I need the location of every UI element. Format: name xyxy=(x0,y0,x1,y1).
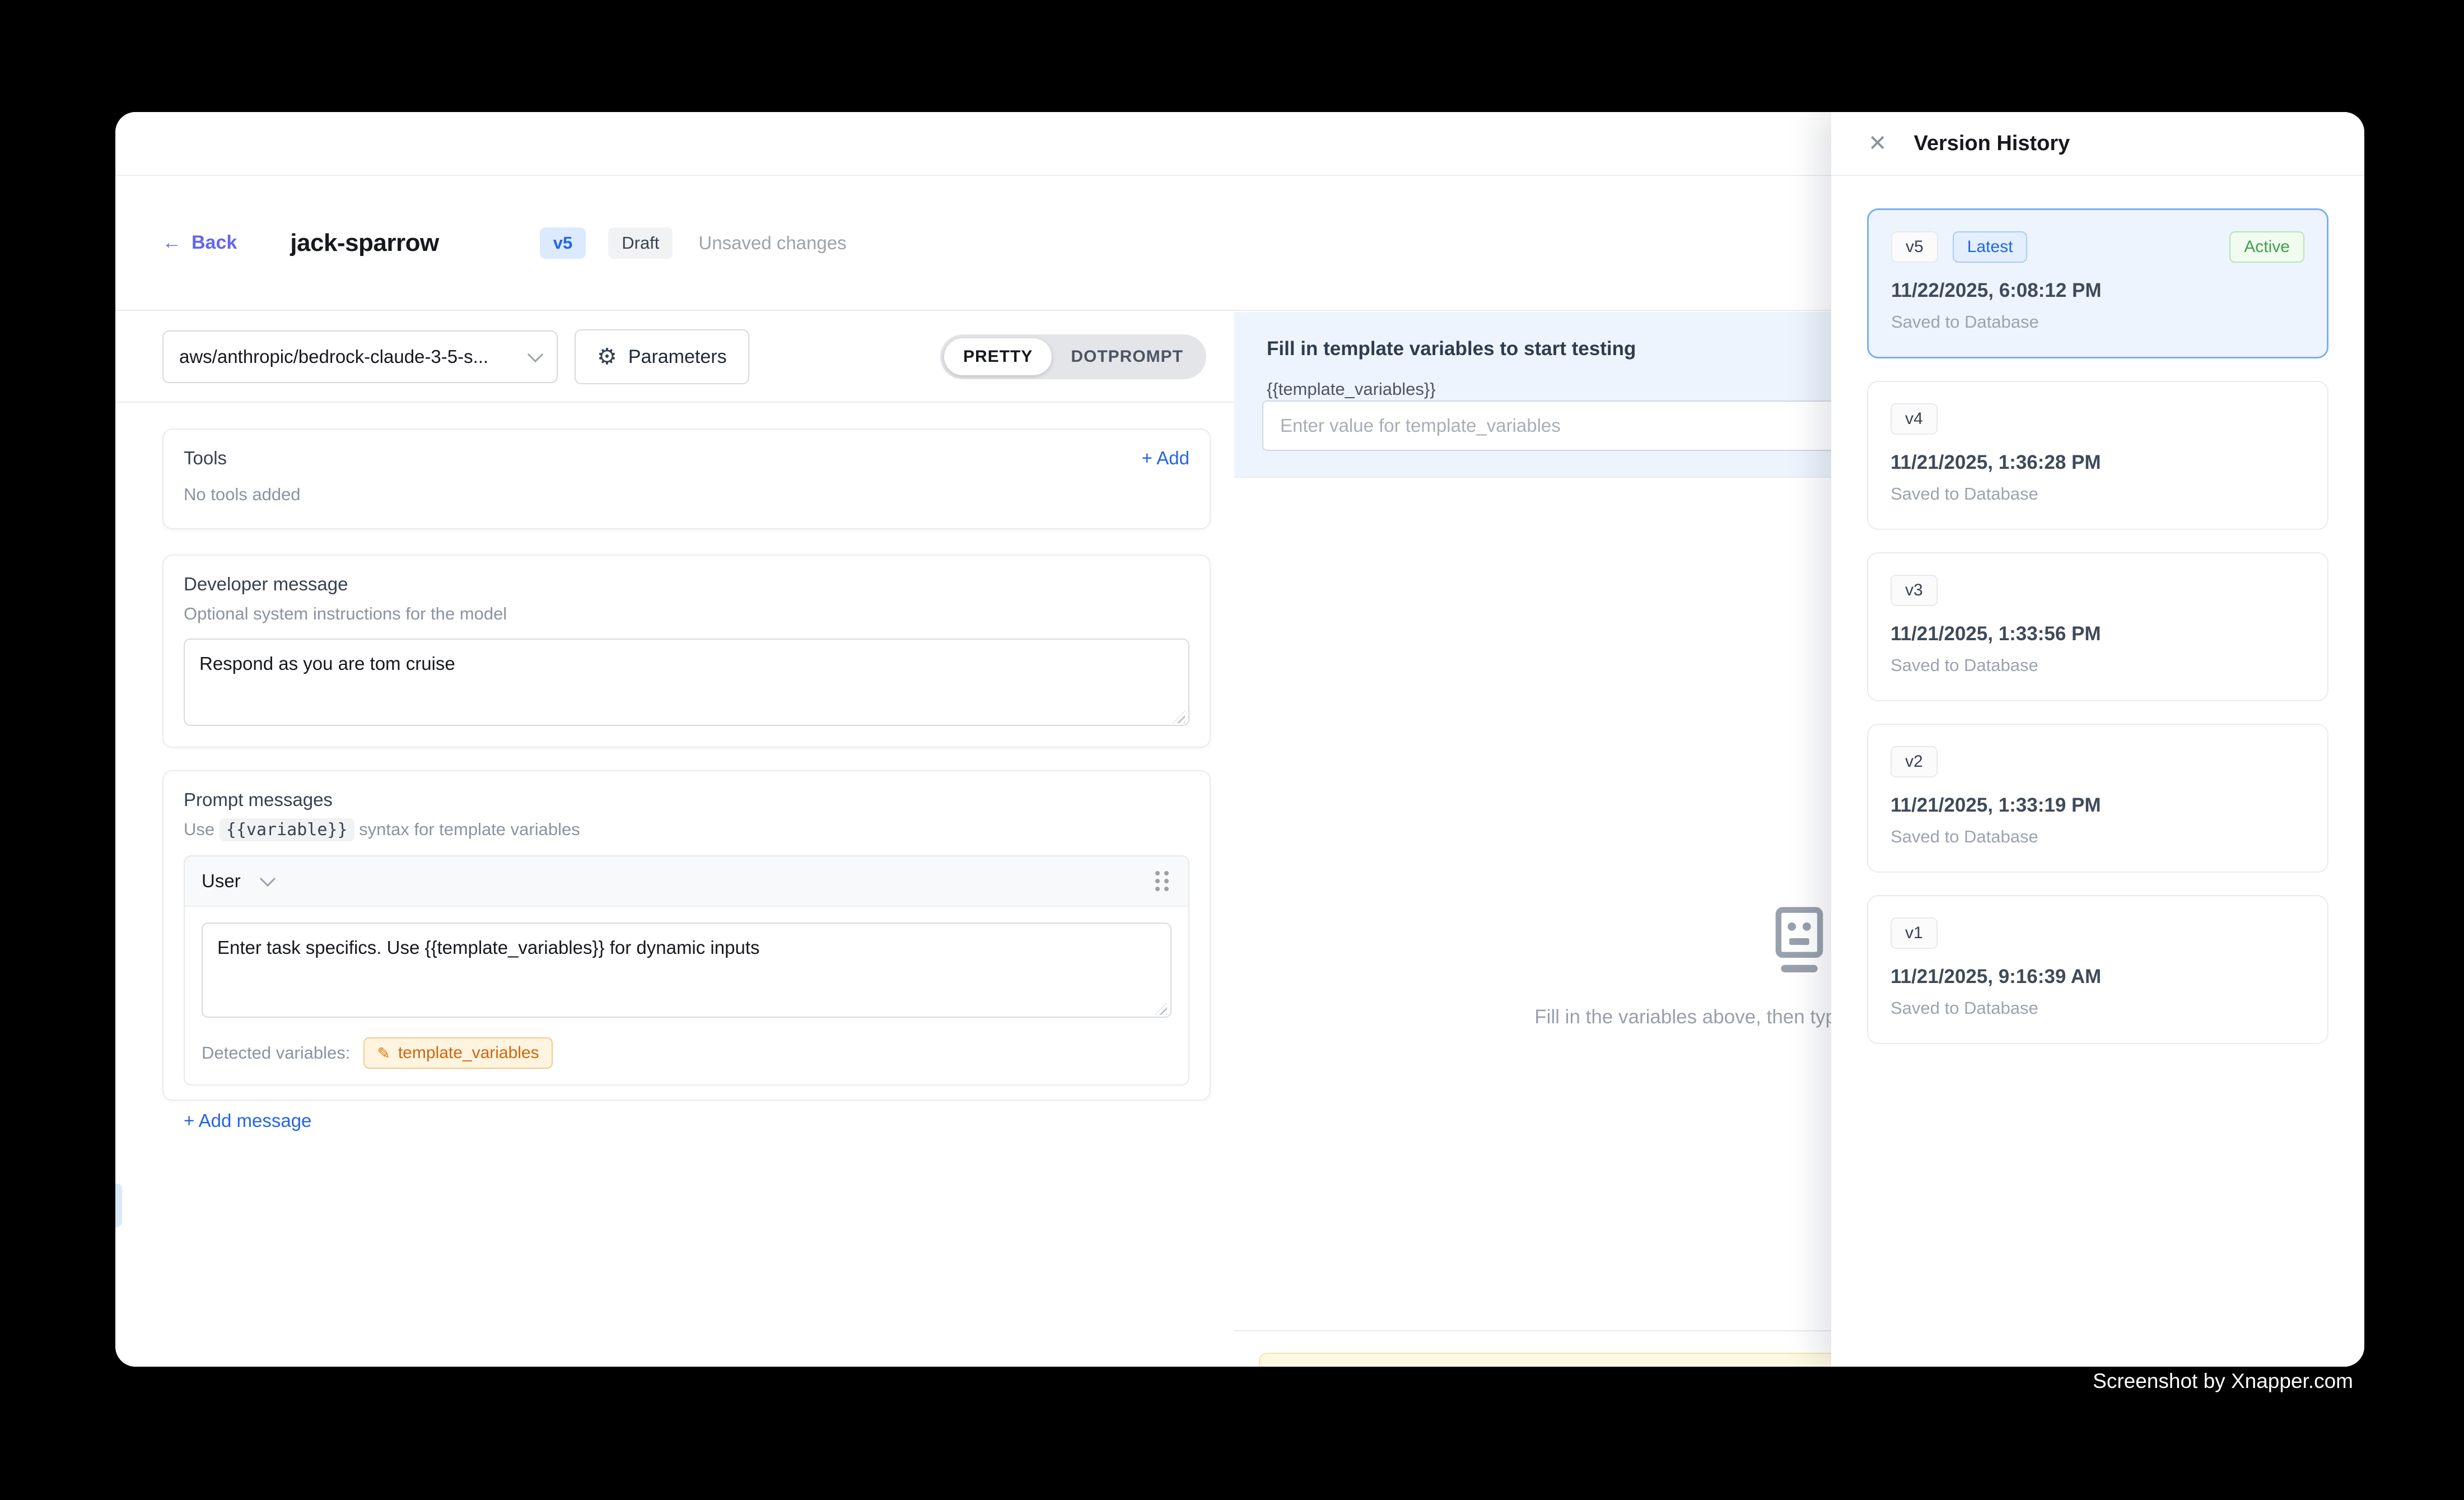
page-title: jack-sparrow xyxy=(290,229,438,257)
message-header: User xyxy=(185,856,1188,907)
model-toolbar: aws/anthropic/bedrock-claude-3-5-s... ⚙ … xyxy=(115,312,1234,403)
prompt-editor-pane: Tools + Add No tools added Developer mes… xyxy=(115,403,1235,1367)
tools-card: Tools + Add No tools added xyxy=(162,428,1211,529)
tools-empty-text: No tools added xyxy=(184,485,1189,505)
pencil-icon: ✎ xyxy=(377,1044,390,1063)
version-timestamp: 11/21/2025, 1:33:19 PM xyxy=(1891,794,2305,817)
toggle-pretty[interactable]: PRETTY xyxy=(944,338,1052,375)
back-button[interactable]: ← Back xyxy=(162,232,237,254)
message-role-value: User xyxy=(202,870,241,892)
version-status: Saved to Database xyxy=(1891,484,2305,504)
version-history-header: ✕ Version History xyxy=(1831,112,2364,176)
add-tool-button[interactable]: + Add xyxy=(1142,448,1189,469)
back-arrow-icon: ← xyxy=(162,232,181,254)
detected-variables-row: Detected variables: ✎ template_variables xyxy=(185,1034,1188,1084)
latest-badge: Latest xyxy=(1953,231,2028,263)
draft-status-badge: Draft xyxy=(608,227,673,259)
version-badge: v5 xyxy=(540,227,586,259)
version-timestamp: 11/21/2025, 9:16:39 AM xyxy=(1891,966,2305,988)
chevron-down-icon xyxy=(260,871,276,887)
robot-icon xyxy=(1772,906,1827,977)
version-timestamp: 11/22/2025, 6:08:12 PM xyxy=(1891,279,2304,302)
subtitle-suffix: syntax for template variables xyxy=(359,819,580,839)
watermark: Screenshot by Xnapper.com xyxy=(2093,1369,2353,1393)
active-badge: Active xyxy=(2229,231,2304,263)
model-select-value: aws/anthropic/bedrock-claude-3-5-s... xyxy=(179,346,488,367)
prompt-messages-card: Prompt messages Use {{variable}} syntax … xyxy=(162,770,1211,1101)
view-mode-toggle: PRETTY DOTPROMPT xyxy=(940,334,1206,379)
version-status: Saved to Database xyxy=(1891,655,2305,676)
gear-icon: ⚙ xyxy=(597,346,617,368)
version-status: Saved to Database xyxy=(1891,998,2305,1018)
parameters-label: Parameters xyxy=(628,346,727,368)
version-card-v4[interactable]: v4 11/21/2025, 1:36:28 PM Saved to Datab… xyxy=(1867,381,2328,530)
version-card-v1[interactable]: v1 11/21/2025, 9:16:39 AM Saved to Datab… xyxy=(1867,895,2328,1044)
version-card-v5[interactable]: v5 Latest Active 11/22/2025, 6:08:12 PM … xyxy=(1867,208,2328,358)
version-status: Saved to Database xyxy=(1891,827,2305,847)
template-variable-name: template_variables xyxy=(398,1044,539,1063)
version-list: v5 Latest Active 11/22/2025, 6:08:12 PM … xyxy=(1831,176,2364,1044)
version-number-badge: v1 xyxy=(1891,917,1938,949)
version-card-v3[interactable]: v3 11/21/2025, 1:33:56 PM Saved to Datab… xyxy=(1867,552,2328,701)
variable-syntax-chip: {{variable}} xyxy=(220,818,354,841)
toggle-dotprompt[interactable]: DOTPROMPT xyxy=(1052,338,1202,375)
version-timestamp: 11/21/2025, 1:36:28 PM xyxy=(1891,451,2305,474)
developer-message-card: Developer message Optional system instru… xyxy=(162,555,1211,748)
developer-message-textarea[interactable]: Respond as you are tom cruise xyxy=(184,639,1189,726)
template-variable-chip[interactable]: ✎ template_variables xyxy=(363,1037,552,1069)
prompt-messages-subtitle: Use {{variable}} syntax for template var… xyxy=(184,819,1189,840)
developer-message-subtitle: Optional system instructions for the mod… xyxy=(184,604,1189,624)
version-history-panel: ✕ Version History v5 Latest Active 11/22… xyxy=(1831,112,2364,1367)
app-window: ← Back jack-sparrow v5 Draft Unsaved cha… xyxy=(115,112,2364,1367)
version-history-title: Version History xyxy=(1914,132,2070,156)
drag-handle-icon[interactable] xyxy=(1152,868,1172,894)
version-status: Saved to Database xyxy=(1891,312,2304,332)
version-timestamp: 11/21/2025, 1:33:56 PM xyxy=(1891,623,2305,645)
prompt-messages-title: Prompt messages xyxy=(184,789,1189,810)
version-number-badge: v5 xyxy=(1891,231,1938,263)
message-role-select[interactable]: User xyxy=(202,870,273,892)
chevron-down-icon xyxy=(528,347,543,362)
add-message-button[interactable]: + Add message xyxy=(184,1110,1189,1131)
unsaved-changes-label: Unsaved changes xyxy=(698,232,846,254)
model-select[interactable]: aws/anthropic/bedrock-claude-3-5-s... xyxy=(162,330,558,383)
version-number-badge: v2 xyxy=(1891,746,1938,777)
version-number-badge: v4 xyxy=(1891,403,1938,435)
detected-variables-label: Detected variables: xyxy=(202,1043,350,1063)
scroll-notch xyxy=(115,1184,122,1227)
subtitle-prefix: Use xyxy=(184,819,214,839)
back-label: Back xyxy=(192,232,237,254)
message-block: User E xyxy=(184,855,1189,1086)
developer-message-title: Developer message xyxy=(184,574,1189,595)
version-card-v2[interactable]: v2 11/21/2025, 1:33:19 PM Saved to Datab… xyxy=(1867,724,2328,873)
close-icon[interactable]: ✕ xyxy=(1868,132,1887,155)
message-content-textarea[interactable]: Enter task specifics. Use {{template_var… xyxy=(202,923,1172,1018)
version-number-badge: v3 xyxy=(1891,575,1938,606)
tools-title: Tools xyxy=(184,448,227,469)
parameters-button[interactable]: ⚙ Parameters xyxy=(575,329,749,384)
